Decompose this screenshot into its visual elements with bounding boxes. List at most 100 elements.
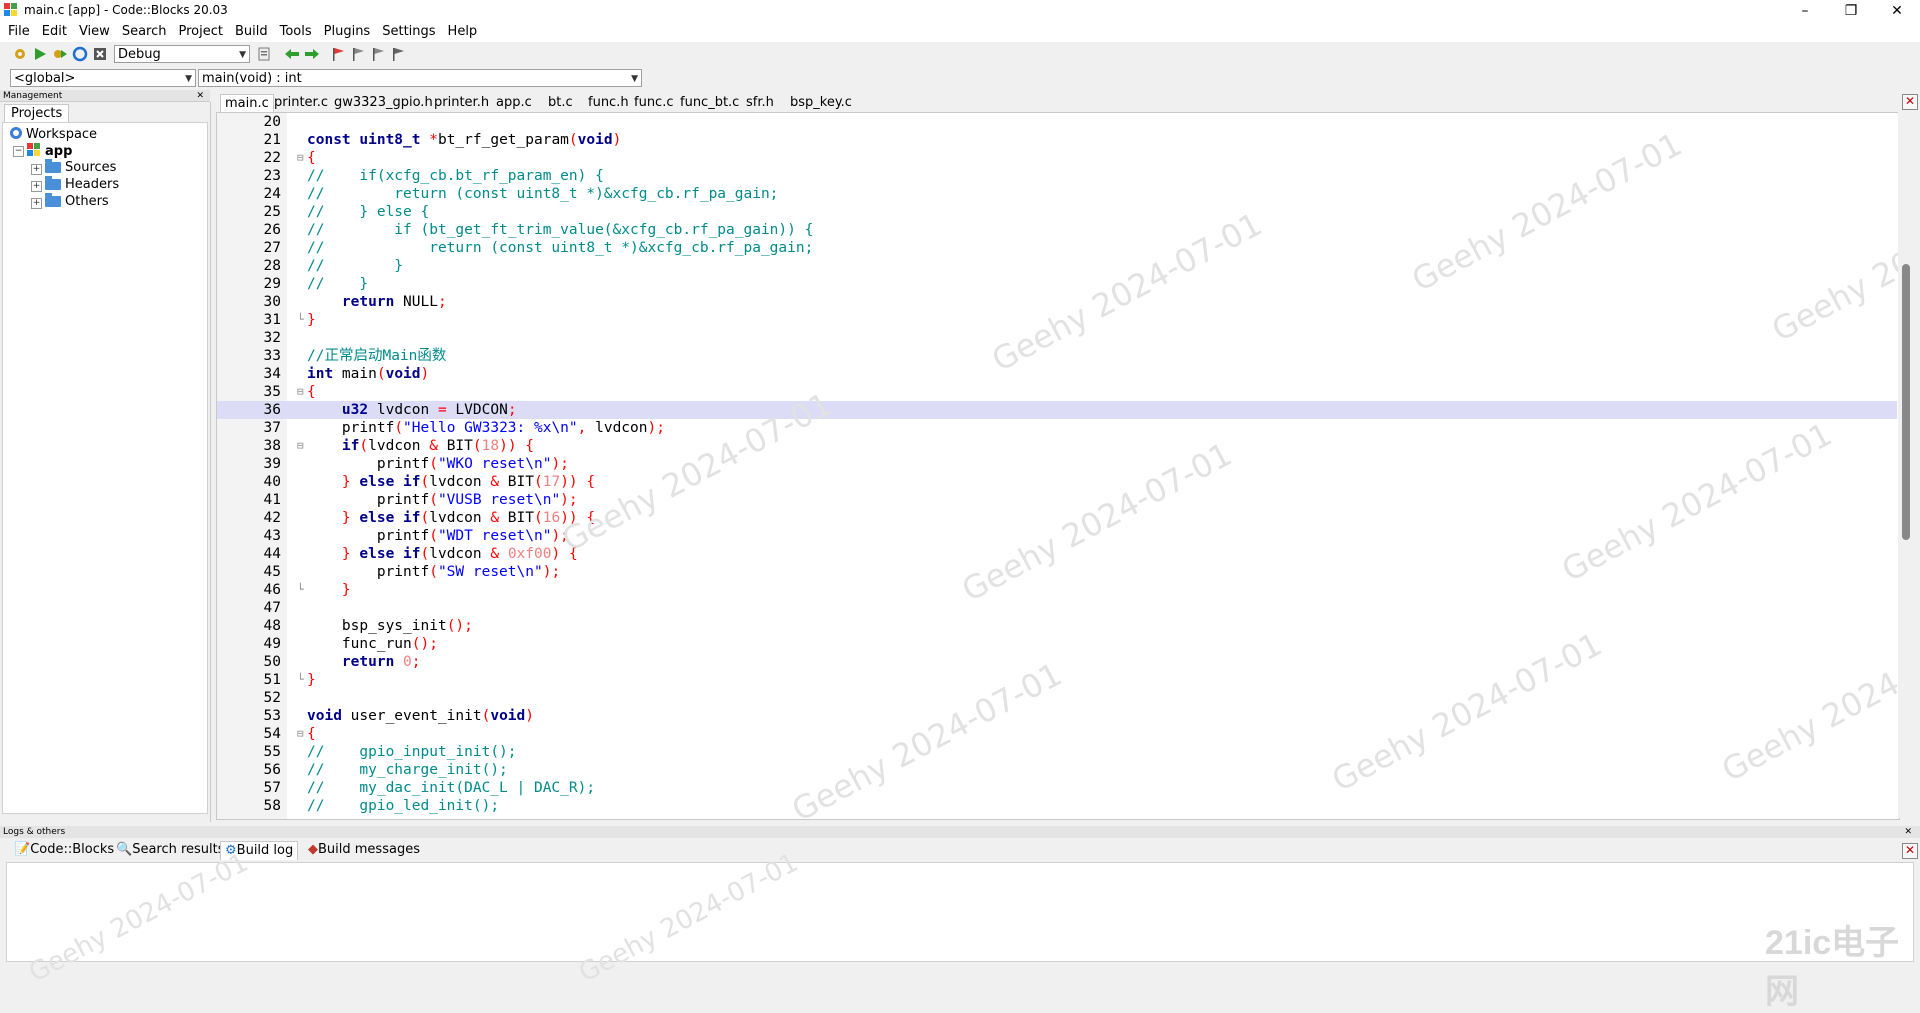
tab-codeblocks-log[interactable]: 📝Code::Blocks <box>10 841 118 859</box>
code-line[interactable]: 21 const uint8_t *bt_rf_get_param(void) <box>217 131 1897 149</box>
code-line[interactable]: 34 int main(void) <box>217 365 1897 383</box>
fold-marker-icon[interactable]: └ <box>297 311 304 329</box>
code-line[interactable]: 50 return 0; <box>217 653 1897 671</box>
expand-others-icon[interactable]: + <box>31 198 42 209</box>
menu-search[interactable]: Search <box>116 22 173 42</box>
rebuild-icon[interactable] <box>72 46 88 62</box>
code-line[interactable]: 53 void user_event_init(void) <box>217 707 1897 725</box>
menu-build[interactable]: Build <box>229 22 274 42</box>
close-log-tab-button[interactable]: ✕ <box>1902 843 1918 859</box>
tree-folder-headers[interactable]: Headers <box>45 176 119 193</box>
code-line[interactable]: 20 <box>217 113 1897 131</box>
menu-settings[interactable]: Settings <box>376 22 441 42</box>
editor-tab-sfr-h[interactable]: sfr.h <box>742 94 778 112</box>
function-select[interactable]: main(void) : int ▼ <box>198 69 642 87</box>
code-line[interactable]: 28 // } <box>217 257 1897 275</box>
build-target-select[interactable]: Debug ▼ <box>114 45 250 63</box>
code-line[interactable]: 27 // return (const uint8_t *)&xcfg_cb.rf… <box>217 239 1897 257</box>
previous-bookmark-icon[interactable] <box>350 46 366 62</box>
menu-project[interactable]: Project <box>172 22 228 42</box>
tab-projects[interactable]: Projects <box>4 104 70 123</box>
code-line[interactable]: 32 <box>217 329 1897 347</box>
scope-select[interactable]: <global> ▼ <box>10 69 196 87</box>
code-line[interactable]: 57 // my_dac_init(DAC_L | DAC_R); <box>217 779 1897 797</box>
menu-tools[interactable]: Tools <box>274 22 318 42</box>
code-editor[interactable]: 20 21 const uint8_t *bt_rf_get_param(void)… <box>216 112 1900 820</box>
code-line[interactable]: 54 ⊟{ <box>217 725 1897 743</box>
code-line[interactable]: 36 u32 lvdcon = LVDCON; <box>217 401 1897 419</box>
code-line[interactable]: 35 ⊟{ <box>217 383 1897 401</box>
editor-vertical-scrollbar[interactable] <box>1898 112 1914 818</box>
build-log-output[interactable]: Geehy 2024-07-01 Geehy 2024-07-01 <box>6 848 1914 988</box>
close-icon[interactable]: ✕ <box>1904 826 1912 838</box>
run-icon[interactable] <box>32 46 48 62</box>
code-line[interactable]: 24 // return (const uint8_t *)&xcfg_cb.rf… <box>217 185 1897 203</box>
jump-back-icon[interactable] <box>284 46 300 62</box>
tab-build-log[interactable]: ⚙Build log <box>220 841 299 860</box>
collapse-app-icon[interactable]: − <box>13 146 24 157</box>
close-window-button[interactable]: ✕ <box>1874 0 1920 22</box>
code-line[interactable]: 40 } else if(lvdcon & BIT(17)) { <box>217 473 1897 491</box>
menu-help[interactable]: Help <box>442 22 484 42</box>
editor-tab-func-h[interactable]: func.h <box>584 94 633 112</box>
minimize-button[interactable]: – <box>1782 0 1828 22</box>
clear-bookmarks-icon[interactable] <box>390 46 406 62</box>
fold-marker-icon[interactable]: ⊟ <box>297 149 304 167</box>
fold-marker-icon[interactable]: └ <box>297 671 304 689</box>
code-line[interactable]: 51 └} <box>217 671 1897 689</box>
code-line[interactable]: 30 return NULL; <box>217 293 1897 311</box>
menu-plugins[interactable]: Plugins <box>318 22 377 42</box>
close-icon[interactable]: ✕ <box>196 90 204 102</box>
code-line[interactable]: 41 printf("VUSB reset\n"); <box>217 491 1897 509</box>
code-line[interactable]: 52 <box>217 689 1897 707</box>
code-line[interactable]: 58 // gpio_led_init(); <box>217 797 1897 815</box>
code-line[interactable]: 25 // } else { <box>217 203 1897 221</box>
build-gear-icon[interactable] <box>12 46 28 62</box>
code-line[interactable]: 33 //正常启动Main函数 <box>217 347 1897 365</box>
expand-sources-icon[interactable]: + <box>31 164 42 175</box>
show-select-target-icon[interactable] <box>256 46 272 62</box>
fold-marker-icon[interactable]: ⊟ <box>297 383 304 401</box>
abort-icon[interactable] <box>92 46 108 62</box>
scrollbar-thumb[interactable] <box>1902 264 1910 540</box>
expand-headers-icon[interactable]: + <box>31 181 42 192</box>
editor-tab-printer-c[interactable]: printer.c <box>270 94 332 112</box>
code-line[interactable]: 44 } else if(lvdcon & 0xf00) { <box>217 545 1897 563</box>
maximize-button[interactable]: ❐ <box>1828 0 1874 22</box>
editor-tab-func-bt-c[interactable]: func_bt.c <box>676 94 743 112</box>
tab-search-results[interactable]: 🔍Search results <box>112 841 229 859</box>
fold-marker-icon[interactable]: └ <box>297 581 304 599</box>
code-line[interactable]: 22 ⊟{ <box>217 149 1897 167</box>
code-line[interactable]: 26 // if (bt_get_ft_trim_value(&xcfg_cb.r… <box>217 221 1897 239</box>
build-and-run-icon[interactable] <box>52 46 68 62</box>
code-line[interactable]: 46 └ } <box>217 581 1897 599</box>
code-line[interactable]: 48 bsp_sys_init(); <box>217 617 1897 635</box>
code-line[interactable]: 43 printf("WDT reset\n"); <box>217 527 1897 545</box>
code-line[interactable]: 38 ⊟ if(lvdcon & BIT(18)) { <box>217 437 1897 455</box>
menu-view[interactable]: View <box>73 22 116 42</box>
toggle-bookmark-icon[interactable] <box>330 46 346 62</box>
editor-tab-func-c[interactable]: func.c <box>630 94 677 112</box>
code-line[interactable]: 31 └} <box>217 311 1897 329</box>
code-line[interactable]: 37 printf("Hello GW3323: %x\n", lvdcon); <box>217 419 1897 437</box>
tree-workspace[interactable]: Workspace <box>9 126 97 143</box>
menu-edit[interactable]: Edit <box>36 22 73 42</box>
editor-tab-bt-c[interactable]: bt.c <box>544 94 577 112</box>
tree-folder-others[interactable]: Others <box>45 193 109 210</box>
tab-build-messages[interactable]: ◆Build messages <box>304 841 424 859</box>
code-line[interactable]: 42 } else if(lvdcon & BIT(16)) { <box>217 509 1897 527</box>
editor-tab-app-c[interactable]: app.c <box>492 94 536 112</box>
editor-tab-main-c[interactable]: main.c <box>220 94 274 113</box>
editor-tab-printer-h[interactable]: printer.h <box>430 94 493 112</box>
tree-project-app[interactable]: app <box>27 143 72 160</box>
editor-tab-gw3323-gpio-h[interactable]: gw3323_gpio.h <box>330 94 437 112</box>
close-editor-tab-button[interactable]: ✕ <box>1902 94 1918 110</box>
tree-folder-sources[interactable]: Sources <box>45 159 116 176</box>
code-line[interactable]: 47 <box>217 599 1897 617</box>
menu-file[interactable]: File <box>2 22 36 42</box>
editor-tab-bsp-key-c[interactable]: bsp_key.c <box>786 94 856 112</box>
fold-marker-icon[interactable]: ⊟ <box>297 437 304 455</box>
code-line[interactable]: 55 // gpio_input_init(); <box>217 743 1897 761</box>
jump-forward-icon[interactable] <box>304 46 320 62</box>
code-line[interactable]: 29 // } <box>217 275 1897 293</box>
